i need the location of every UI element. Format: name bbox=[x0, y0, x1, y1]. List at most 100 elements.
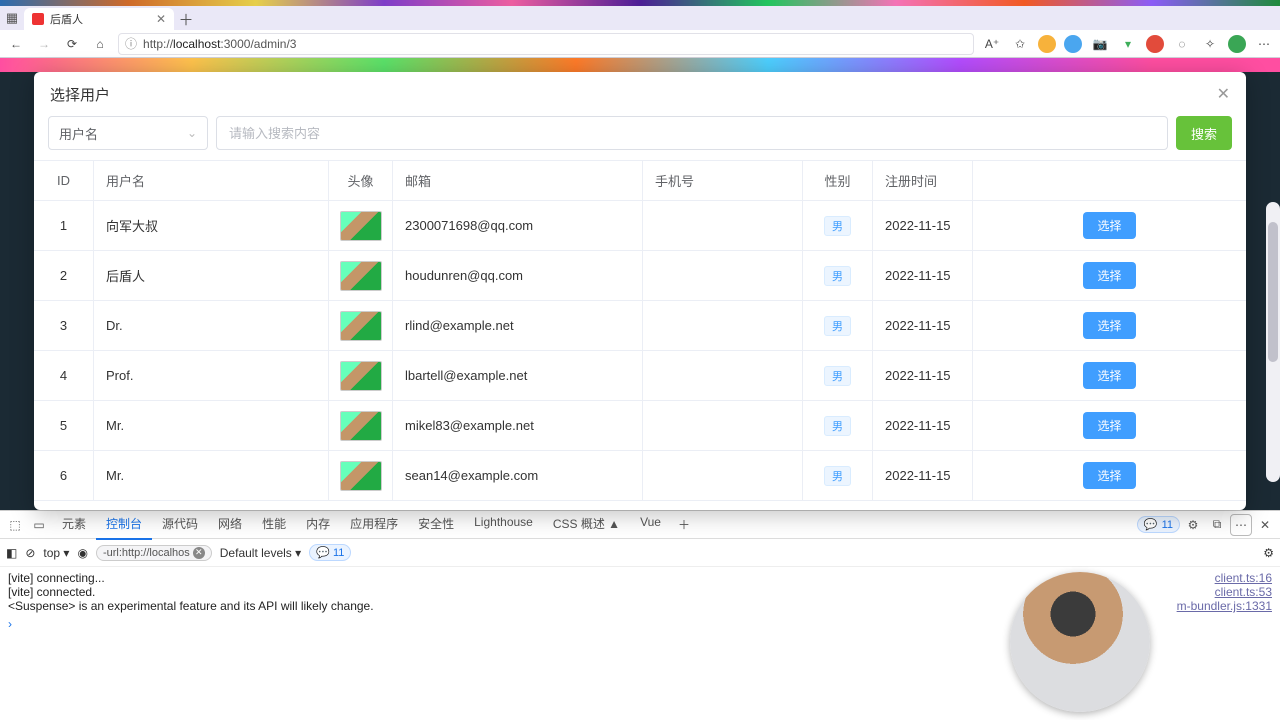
modal-title: 选择用户 bbox=[50, 84, 110, 105]
clear-filter-icon[interactable]: ✕ bbox=[193, 547, 205, 559]
tab-close-icon[interactable]: ✕ bbox=[156, 12, 166, 26]
avatar bbox=[340, 261, 382, 291]
table-row: 2后盾人houdunren@qq.com男2022-11-15选择 bbox=[34, 251, 1246, 301]
cell-phone bbox=[643, 451, 803, 500]
devtools-tab[interactable]: 元素 bbox=[52, 509, 96, 540]
col-id: ID bbox=[34, 161, 94, 200]
select-button[interactable]: 选择 bbox=[1083, 462, 1135, 489]
console-settings-icon[interactable]: ⚙ bbox=[1263, 546, 1274, 560]
col-created: 注册时间 bbox=[873, 161, 973, 200]
live-expression-icon[interactable]: ◉ bbox=[77, 546, 87, 560]
home-button[interactable]: ⌂ bbox=[90, 34, 110, 54]
tab-title: 后盾人 bbox=[50, 11, 83, 27]
favorite-icon[interactable]: ✩ bbox=[1010, 34, 1030, 54]
search-button[interactable]: 搜索 bbox=[1176, 116, 1232, 150]
devtools-tab[interactable]: 控制台 bbox=[96, 509, 152, 540]
new-tab-button[interactable]: ＋ bbox=[174, 8, 198, 30]
log-source-link[interactable]: client.ts:16 bbox=[1215, 571, 1272, 585]
cell-email: 2300071698@qq.com bbox=[393, 201, 643, 250]
camera-icon[interactable]: 📷 bbox=[1090, 34, 1110, 54]
devtools-tab[interactable]: 网络 bbox=[208, 509, 252, 540]
select-button[interactable]: 选择 bbox=[1083, 362, 1135, 389]
ext-icon-2[interactable] bbox=[1064, 35, 1082, 53]
devtools-close-icon[interactable]: ✕ bbox=[1254, 514, 1276, 536]
cell-avatar bbox=[329, 251, 393, 300]
forward-button[interactable]: → bbox=[34, 34, 54, 54]
devtools-tab[interactable]: Vue bbox=[630, 509, 671, 540]
devtools-settings-icon[interactable]: ⚙ bbox=[1182, 514, 1204, 536]
devtools-tab[interactable]: Lighthouse bbox=[464, 509, 543, 540]
vue-devtools-icon[interactable]: ▾ bbox=[1118, 34, 1138, 54]
log-message: <Suspense> is an experimental feature an… bbox=[8, 599, 374, 613]
cell-email: mikel83@example.net bbox=[393, 401, 643, 450]
cell-email: sean14@example.com bbox=[393, 451, 643, 500]
ext-icon-1[interactable] bbox=[1038, 35, 1056, 53]
add-tab-icon[interactable]: ＋ bbox=[673, 514, 695, 536]
cell-avatar bbox=[329, 201, 393, 250]
scrollbar-thumb[interactable] bbox=[1268, 222, 1278, 362]
execution-context[interactable]: top ▾ bbox=[43, 546, 69, 560]
browser-menu-icon[interactable]: ⋯ bbox=[1254, 34, 1274, 54]
console-sidebar-icon[interactable]: ◧ bbox=[6, 546, 17, 560]
table-row: 1向军大叔2300071698@qq.com男2022-11-15选择 bbox=[34, 201, 1246, 251]
gender-tag: 男 bbox=[824, 216, 851, 236]
cell-name: Mr. bbox=[94, 451, 329, 500]
address-bar[interactable]: ⓘ http://localhost:3000/admin/3 bbox=[118, 33, 974, 55]
site-info-icon[interactable]: ⓘ bbox=[125, 35, 137, 52]
select-button[interactable]: 选择 bbox=[1083, 262, 1135, 289]
inspect-element-icon[interactable]: ⬚ bbox=[4, 514, 26, 536]
table-row: 5Mr.mikel83@example.net男2022-11-15选择 bbox=[34, 401, 1246, 451]
reload-button[interactable]: ⟳ bbox=[62, 34, 82, 54]
col-avatar: 头像 bbox=[329, 161, 393, 200]
devtools-tab[interactable]: 源代码 bbox=[152, 509, 208, 540]
console-filter-chip[interactable]: -url:http://localhos✕ bbox=[96, 545, 212, 561]
cell-created: 2022-11-15 bbox=[873, 351, 973, 400]
tab-overview-icon[interactable]: ▦ bbox=[0, 6, 24, 30]
select-button[interactable]: 选择 bbox=[1083, 312, 1135, 339]
issues-count-chip[interactable]: 💬 11 bbox=[309, 544, 351, 561]
collections-icon[interactable]: ✧ bbox=[1200, 34, 1220, 54]
devtools-tab[interactable]: 应用程序 bbox=[340, 509, 408, 540]
reader-icon[interactable]: A⁺ bbox=[982, 34, 1002, 54]
issues-pill[interactable]: 💬 11 bbox=[1137, 516, 1180, 533]
cell-avatar bbox=[329, 401, 393, 450]
search-field-select[interactable]: 用户名 ⌄ bbox=[48, 116, 208, 150]
url-text: http://localhost:3000/admin/3 bbox=[143, 37, 296, 51]
modal-close-icon[interactable]: ✕ bbox=[1217, 84, 1230, 104]
favicon-icon bbox=[32, 13, 44, 25]
cell-gender: 男 bbox=[803, 251, 873, 300]
cell-gender: 男 bbox=[803, 451, 873, 500]
search-input[interactable] bbox=[216, 116, 1168, 150]
cell-id: 2 bbox=[34, 251, 94, 300]
device-toolbar-icon[interactable]: ▭ bbox=[28, 514, 50, 536]
cell-created: 2022-11-15 bbox=[873, 301, 973, 350]
cell-name: Prof. bbox=[94, 351, 329, 400]
back-button[interactable]: ← bbox=[6, 34, 26, 54]
select-button[interactable]: 选择 bbox=[1083, 212, 1135, 239]
user-table: ID 用户名 头像 邮箱 手机号 性别 注册时间 1向军大叔2300071698… bbox=[34, 160, 1246, 510]
gender-tag: 男 bbox=[824, 266, 851, 286]
profile-avatar[interactable] bbox=[1228, 35, 1246, 53]
cell-gender: 男 bbox=[803, 301, 873, 350]
cell-name: Mr. bbox=[94, 401, 329, 450]
col-name: 用户名 bbox=[94, 161, 329, 200]
table-row: 3Dr.rlind@example.net男2022-11-15选择 bbox=[34, 301, 1246, 351]
log-levels-select[interactable]: Default levels ▾ bbox=[220, 546, 301, 560]
ext-icon-3[interactable] bbox=[1146, 35, 1164, 53]
browser-tab-active[interactable]: 后盾人 ✕ bbox=[24, 8, 174, 30]
log-source-link[interactable]: client.ts:53 bbox=[1215, 585, 1272, 599]
refresh-ext-icon[interactable]: ◌ bbox=[1172, 34, 1192, 54]
select-button[interactable]: 选择 bbox=[1083, 412, 1135, 439]
devtools-tab[interactable]: CSS 概述 ▲ bbox=[543, 509, 630, 540]
devtools-more-icon[interactable]: ⋯ bbox=[1230, 514, 1252, 536]
cell-email: lbartell@example.net bbox=[393, 351, 643, 400]
devtools-tab[interactable]: 安全性 bbox=[408, 509, 464, 540]
devtools-tab[interactable]: 性能 bbox=[252, 509, 296, 540]
webcam-overlay bbox=[1010, 572, 1150, 712]
devtools-tab[interactable]: 内存 bbox=[296, 509, 340, 540]
log-source-link[interactable]: m-bundler.js:1331 bbox=[1177, 599, 1272, 613]
gender-tag: 男 bbox=[824, 316, 851, 336]
page-scrollbar[interactable] bbox=[1266, 202, 1280, 482]
devtools-dock-icon[interactable]: ⧉ bbox=[1206, 514, 1228, 536]
clear-console-icon[interactable]: ⊘ bbox=[25, 546, 35, 560]
